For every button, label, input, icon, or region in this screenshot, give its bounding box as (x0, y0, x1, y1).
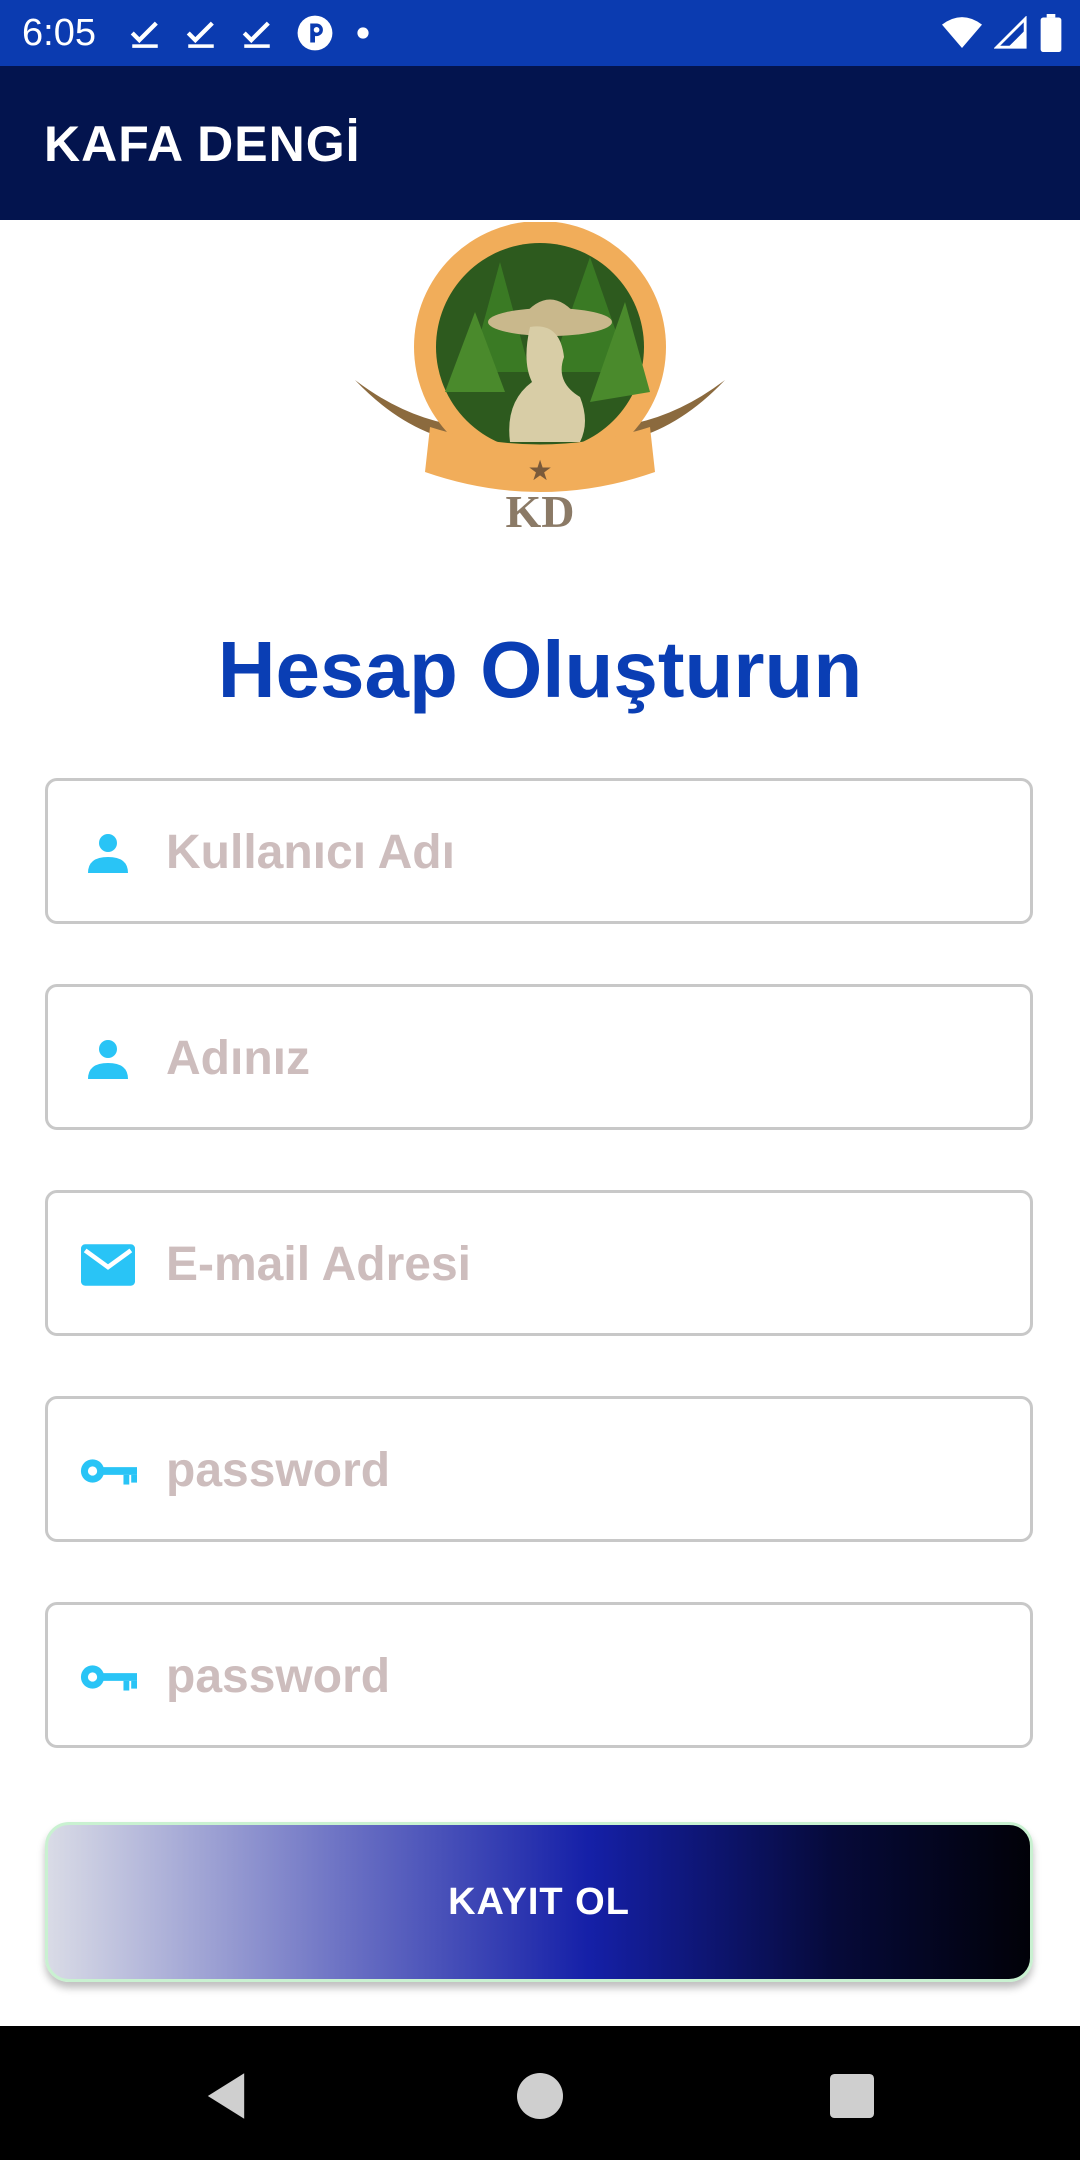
key-icon (78, 1649, 138, 1705)
password-field[interactable] (45, 1396, 1033, 1542)
recents-icon[interactable] (824, 2068, 880, 2124)
system-icons (942, 12, 1062, 54)
password-input[interactable] (164, 1419, 1008, 1521)
check-icon (240, 16, 274, 50)
home-icon[interactable] (512, 2068, 568, 2124)
app-p-icon (296, 14, 334, 52)
password-confirm-input[interactable] (164, 1625, 1008, 1727)
key-icon (78, 1443, 138, 1499)
password-confirm-field[interactable] (45, 1602, 1033, 1748)
register-button-label: KAYIT OL (448, 1880, 630, 1923)
register-button[interactable]: KAYIT OL (45, 1822, 1033, 1982)
notification-icons (128, 12, 370, 54)
status-time: 6:05 (22, 12, 96, 54)
person-icon (78, 825, 138, 881)
app-logo: ★ KD (350, 221, 730, 537)
svg-text:★: ★ (527, 456, 552, 487)
username-field[interactable] (45, 778, 1033, 924)
page-title: Hesap Oluşturun (217, 625, 863, 714)
navigation-bar (0, 2026, 1080, 2160)
email-icon (78, 1237, 138, 1293)
name-field[interactable] (45, 984, 1033, 1130)
check-icon (184, 16, 218, 50)
status-bar: 6:05 (0, 0, 1080, 66)
wifi-icon (942, 16, 982, 50)
back-icon[interactable] (198, 2068, 254, 2124)
signal-icon (994, 16, 1028, 50)
person-icon (78, 1031, 138, 1087)
battery-icon (1040, 14, 1062, 52)
dot-icon (356, 26, 370, 40)
name-input[interactable] (164, 1007, 1008, 1109)
app-title: KAFA DENGİ (44, 116, 361, 172)
email-input[interactable] (164, 1213, 1008, 1315)
app-bar: KAFA DENGİ (0, 66, 1080, 220)
email-field[interactable] (45, 1190, 1033, 1336)
logo-text: KD (506, 486, 575, 534)
check-icon (128, 16, 162, 50)
username-input[interactable] (164, 801, 1008, 903)
